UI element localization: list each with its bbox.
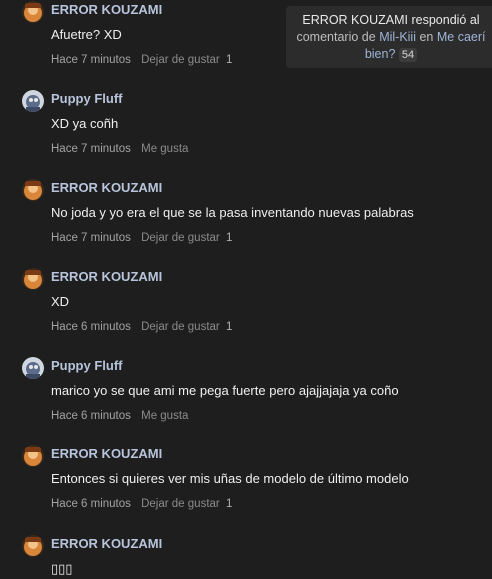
error-kouzami-avatar[interactable]	[22, 1, 44, 23]
comment-time[interactable]: Hace 6 minutos	[51, 498, 131, 510]
unlike-button[interactable]: Dejar de gustar	[141, 54, 220, 66]
error-kouzami-avatar[interactable]	[22, 445, 44, 467]
comment-time[interactable]: Hace 7 minutos	[51, 143, 131, 155]
like-count: 1	[225, 321, 233, 333]
comment-author[interactable]: Puppy Fluff	[51, 358, 123, 373]
comment-text: XD	[51, 294, 70, 309]
comment-text: Afuetre? XD	[51, 27, 122, 42]
comment-item: ERROR KOUZAMI XD Hace 6 minutos Dejar de…	[0, 268, 492, 338]
comment-meta: Hace 6 minutos Me gusta	[51, 410, 191, 422]
comment-time[interactable]: Hace 7 minutos	[51, 54, 131, 66]
comment-author[interactable]: ERROR KOUZAMI	[51, 180, 162, 195]
notification-preposition: en	[419, 30, 434, 44]
comment-meta: Hace 7 minutos Dejar de gustar 1	[51, 54, 232, 66]
comment-text: ▯▯▯	[51, 561, 73, 576]
comment-meta: Hace 7 minutos Dejar de gustar 1	[51, 232, 232, 244]
comment-text: Entonces si quieres ver mis uñas de mode…	[51, 471, 409, 486]
comment-item: Puppy Fluff marico yo se que ami me pega…	[0, 357, 492, 427]
comment-item: ERROR KOUZAMI Entonces si quieres ver mi…	[0, 445, 492, 515]
like-count: 1	[225, 498, 233, 510]
comment-author[interactable]: ERROR KOUZAMI	[51, 446, 162, 461]
comment-item: Puppy Fluff XD ya coñh Hace 7 minutos Me…	[0, 90, 492, 160]
comment-text: marico yo se que ami me pega fuerte pero…	[51, 383, 399, 398]
error-kouzami-avatar[interactable]	[22, 268, 44, 290]
comment-meta: Hace 6 minutos Dejar de gustar 1	[51, 498, 232, 510]
like-count: 1	[225, 232, 233, 244]
like-count: 1	[225, 54, 233, 66]
comment-meta: Hace 7 minutos Me gusta	[51, 143, 191, 155]
notification-verb: respondió al	[411, 13, 480, 27]
comment-time[interactable]: Hace 6 minutos	[51, 410, 131, 422]
comment-text: No joda y yo era el que se la pasa inven…	[51, 205, 414, 220]
unlike-button[interactable]: Dejar de gustar	[141, 498, 220, 510]
notification-user[interactable]: ERROR KOUZAMI	[302, 13, 408, 27]
puppy-fluff-avatar[interactable]	[22, 357, 44, 379]
comment-meta: Hace 6 minutos Dejar de gustar 1	[51, 321, 232, 333]
puppy-fluff-avatar[interactable]	[22, 90, 44, 112]
comment-time[interactable]: Hace 7 minutos	[51, 232, 131, 244]
reply-notification[interactable]: ERROR KOUZAMI respondió al comentario de…	[286, 6, 492, 68]
comment-author[interactable]: ERROR KOUZAMI	[51, 2, 162, 17]
error-kouzami-avatar[interactable]	[22, 179, 44, 201]
comment-time[interactable]: Hace 6 minutos	[51, 321, 131, 333]
error-kouzami-avatar[interactable]	[22, 535, 44, 557]
like-button[interactable]: Me gusta	[141, 143, 188, 155]
comment-text: XD ya coñh	[51, 116, 119, 131]
comment-author[interactable]: ERROR KOUZAMI	[51, 536, 162, 551]
unlike-button[interactable]: Dejar de gustar	[141, 321, 220, 333]
notification-count-badge: 54	[398, 48, 418, 62]
comment-author[interactable]: Puppy Fluff	[51, 91, 123, 106]
comment-item: ERROR KOUZAMI ▯▯▯	[0, 535, 492, 579]
notification-post-title[interactable]: Me caerí	[437, 30, 486, 44]
like-button[interactable]: Me gusta	[141, 410, 188, 422]
notification-target-user[interactable]: Mil-Kiii	[379, 30, 416, 44]
comment-author[interactable]: ERROR KOUZAMI	[51, 269, 162, 284]
comment-item: ERROR KOUZAMI No joda y yo era el que se…	[0, 179, 492, 249]
notification-prefix: comentario de	[296, 30, 376, 44]
unlike-button[interactable]: Dejar de gustar	[141, 232, 220, 244]
notification-post-title-end[interactable]: bien?	[365, 47, 396, 61]
